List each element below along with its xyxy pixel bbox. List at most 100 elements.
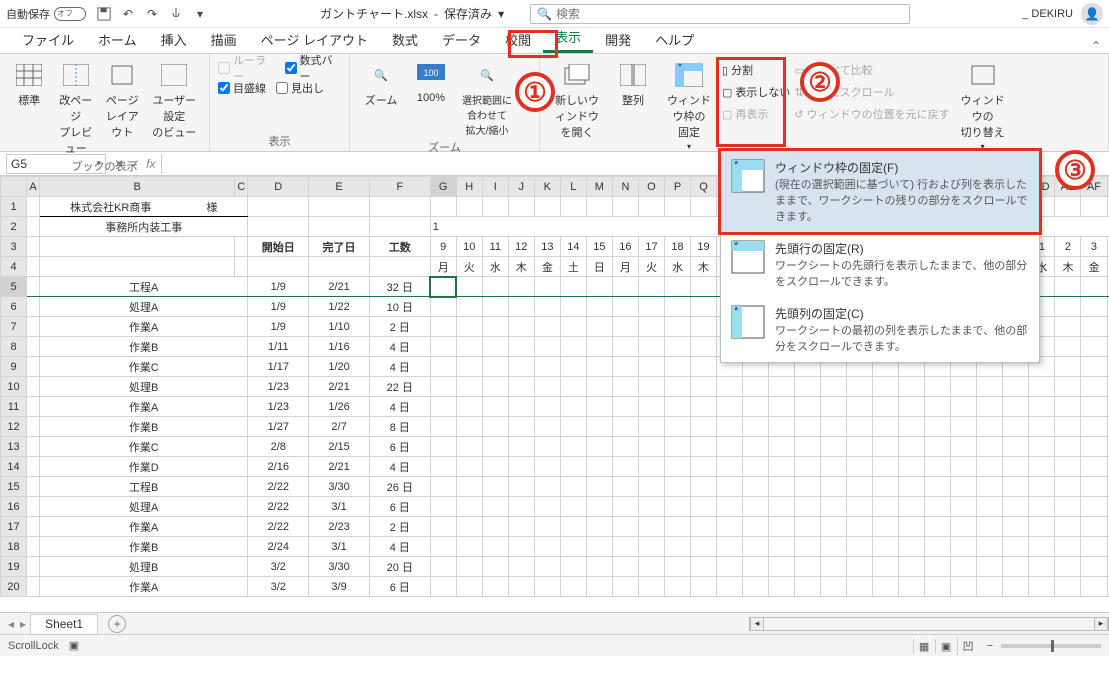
row-header[interactable]: 4 <box>1 257 27 277</box>
dur-cell[interactable]: 8 日 <box>369 417 430 437</box>
new-window-button[interactable]: 新しいウィンドウ を開く <box>548 58 606 142</box>
zoom-out-icon[interactable]: − <box>987 640 993 652</box>
task-name-cell[interactable]: 作業A <box>40 517 248 537</box>
gantt-cell[interactable] <box>508 417 534 437</box>
gantt-cell[interactable] <box>743 557 769 577</box>
gantt-cell[interactable] <box>873 557 899 577</box>
gantt-cell[interactable] <box>977 457 1003 477</box>
gantt-cell[interactable] <box>951 537 977 557</box>
row-header[interactable]: 20 <box>1 577 27 597</box>
dur-cell[interactable]: 4 日 <box>369 457 430 477</box>
row-header[interactable]: 9 <box>1 357 27 377</box>
gantt-cell[interactable] <box>691 357 717 377</box>
gantt-cell[interactable] <box>534 497 560 517</box>
gantt-cell[interactable] <box>1029 457 1055 477</box>
gantt-cell[interactable] <box>1003 537 1029 557</box>
gantt-cell[interactable] <box>691 397 717 417</box>
gantt-cell[interactable] <box>664 337 690 357</box>
gantt-cell[interactable] <box>1029 517 1055 537</box>
gantt-cell[interactable] <box>560 397 586 417</box>
gantt-cell[interactable] <box>534 577 560 597</box>
weekday-cell[interactable]: 水 <box>482 257 508 277</box>
gantt-cell[interactable] <box>1029 437 1055 457</box>
gantt-cell[interactable] <box>664 577 690 597</box>
gantt-cell[interactable] <box>664 397 690 417</box>
gantt-cell[interactable] <box>508 457 534 477</box>
weekday-cell[interactable]: 木 <box>508 257 534 277</box>
row-header[interactable]: 7 <box>1 317 27 337</box>
gantt-cell[interactable] <box>560 437 586 457</box>
start-cell[interactable]: 1/9 <box>248 297 309 317</box>
col-header[interactable]: D <box>248 177 309 197</box>
gantt-cell[interactable] <box>430 457 456 477</box>
gantt-cell[interactable] <box>847 397 873 417</box>
gantt-cell[interactable] <box>847 537 873 557</box>
gantt-cell[interactable] <box>1029 557 1055 577</box>
gantt-cell[interactable] <box>1055 557 1081 577</box>
gantt-cell[interactable] <box>586 457 612 477</box>
gantt-cell[interactable] <box>456 277 482 297</box>
gantt-cell[interactable] <box>560 417 586 437</box>
chk-headings[interactable]: 見出し <box>276 78 324 98</box>
gantt-cell[interactable] <box>1029 477 1055 497</box>
col-header[interactable]: K <box>534 177 560 197</box>
gantt-cell[interactable] <box>508 517 534 537</box>
arrange-button[interactable]: 整列 <box>610 58 656 110</box>
gantt-cell[interactable] <box>795 497 821 517</box>
gantt-cell[interactable] <box>795 537 821 557</box>
row-header[interactable]: 8 <box>1 337 27 357</box>
gantt-cell[interactable] <box>508 557 534 577</box>
gantt-cell[interactable] <box>899 377 925 397</box>
gantt-cell[interactable] <box>821 577 847 597</box>
view-normal-button[interactable]: 標準 <box>8 58 51 110</box>
gantt-cell[interactable] <box>430 357 456 377</box>
row-header[interactable]: 11 <box>1 397 27 417</box>
gantt-cell[interactable] <box>1081 277 1107 297</box>
gantt-cell[interactable] <box>743 397 769 417</box>
gantt-cell[interactable] <box>638 317 664 337</box>
gantt-cell[interactable] <box>821 377 847 397</box>
row-header[interactable]: 1 <box>1 197 27 217</box>
gantt-cell[interactable] <box>638 357 664 377</box>
gantt-cell[interactable] <box>560 557 586 577</box>
task-name-cell[interactable]: 作業D <box>40 457 248 477</box>
gantt-cell[interactable] <box>430 437 456 457</box>
gantt-cell[interactable] <box>586 297 612 317</box>
gantt-cell[interactable] <box>769 577 795 597</box>
task-name-cell[interactable]: 処理A <box>40 497 248 517</box>
gantt-cell[interactable] <box>899 417 925 437</box>
gantt-cell[interactable] <box>1081 557 1107 577</box>
gantt-cell[interactable] <box>430 377 456 397</box>
tab-file[interactable]: ファイル <box>10 26 86 53</box>
gantt-cell[interactable] <box>899 397 925 417</box>
gantt-cell[interactable] <box>1003 437 1029 457</box>
gantt-cell[interactable] <box>951 457 977 477</box>
gantt-cell[interactable] <box>899 457 925 477</box>
gantt-cell[interactable] <box>1055 477 1081 497</box>
gantt-cell[interactable] <box>847 377 873 397</box>
gantt-cell[interactable] <box>1081 497 1107 517</box>
gantt-cell[interactable] <box>430 417 456 437</box>
gantt-cell[interactable] <box>717 417 743 437</box>
gantt-cell[interactable] <box>586 557 612 577</box>
weekday-cell[interactable]: 火 <box>638 257 664 277</box>
col-header[interactable]: C <box>235 177 248 197</box>
gantt-cell[interactable] <box>717 397 743 417</box>
col-header[interactable]: M <box>586 177 612 197</box>
gantt-cell[interactable] <box>456 397 482 417</box>
gantt-cell[interactable] <box>664 197 690 217</box>
start-cell[interactable]: 2/22 <box>248 477 309 497</box>
gantt-cell[interactable] <box>638 537 664 557</box>
gantt-cell[interactable] <box>769 537 795 557</box>
dur-cell[interactable]: 32 日 <box>369 277 430 297</box>
gantt-cell[interactable] <box>795 517 821 537</box>
task-name-cell[interactable]: 処理A <box>40 297 248 317</box>
gantt-cell[interactable] <box>612 337 638 357</box>
tab-data[interactable]: データ <box>430 26 493 53</box>
gantt-cell[interactable] <box>873 577 899 597</box>
row-header[interactable]: 19 <box>1 557 27 577</box>
start-cell[interactable]: 3/2 <box>248 557 309 577</box>
gantt-cell[interactable] <box>430 317 456 337</box>
gantt-cell[interactable] <box>1029 537 1055 557</box>
gantt-cell[interactable] <box>743 417 769 437</box>
